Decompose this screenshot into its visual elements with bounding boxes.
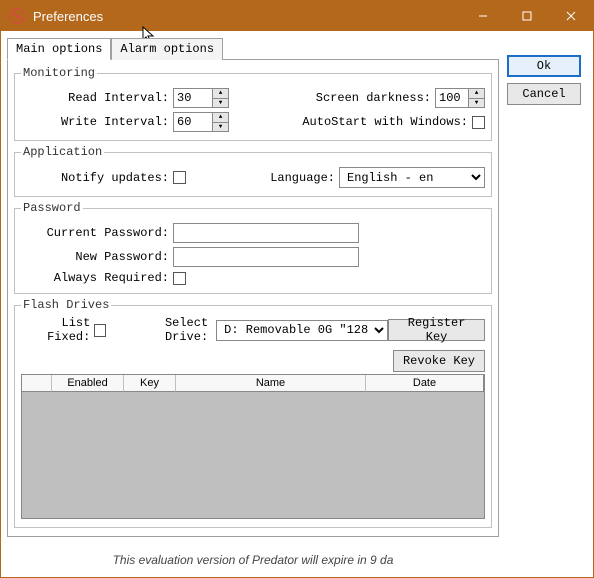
maximize-icon — [522, 11, 532, 21]
close-icon — [566, 11, 576, 21]
password-legend: Password — [21, 201, 83, 215]
current-password-label: Current Password: — [21, 226, 173, 240]
app-icon — [9, 8, 25, 24]
read-interval-label: Read Interval: — [21, 91, 173, 105]
read-interval-spin-buttons[interactable]: ▲▼ — [213, 88, 229, 108]
select-drive-select[interactable]: D: Removable 0G "128MB" — [216, 320, 388, 341]
write-interval-label: Write Interval: — [21, 115, 173, 129]
tab-main-options[interactable]: Main options — [7, 38, 111, 60]
col-key[interactable]: Key — [124, 375, 176, 392]
tab-content: Monitoring Read Interval: ▲▼ Screen dark… — [7, 60, 499, 537]
screen-darkness-input[interactable] — [435, 88, 469, 108]
write-interval-input[interactable] — [173, 112, 213, 132]
read-interval-spinner[interactable]: ▲▼ — [173, 88, 229, 108]
always-required-checkbox[interactable] — [173, 272, 186, 285]
screen-darkness-spin-buttons[interactable]: ▲▼ — [469, 88, 485, 108]
read-interval-input[interactable] — [173, 88, 213, 108]
tab-alarm-options[interactable]: Alarm options — [111, 38, 223, 60]
flash-drives-legend: Flash Drives — [21, 298, 111, 312]
revoke-key-button[interactable]: Revoke Key — [393, 350, 485, 372]
col-enabled[interactable]: Enabled — [52, 375, 124, 392]
current-password-input[interactable] — [173, 223, 359, 243]
maximize-button[interactable] — [505, 1, 549, 31]
list-fixed-label: List Fixed: — [21, 316, 94, 344]
flash-drives-group: Flash Drives List Fixed: Select Drive: D… — [14, 298, 492, 528]
col-date[interactable]: Date — [366, 375, 484, 392]
autostart-label: AutoStart with Windows: — [229, 115, 472, 129]
close-button[interactable] — [549, 1, 593, 31]
notify-updates-checkbox[interactable] — [173, 171, 186, 184]
col-blank[interactable] — [22, 375, 52, 392]
monitoring-group: Monitoring Read Interval: ▲▼ Screen dark… — [14, 66, 492, 141]
language-select[interactable]: English - en — [339, 167, 485, 188]
autostart-checkbox[interactable] — [472, 116, 485, 129]
new-password-input[interactable] — [173, 247, 359, 267]
ok-button[interactable]: Ok — [507, 55, 581, 77]
password-group: Password Current Password: New Password:… — [14, 201, 492, 294]
cancel-button[interactable]: Cancel — [507, 83, 581, 105]
register-key-button[interactable]: Register Key — [388, 319, 485, 341]
new-password-label: New Password: — [21, 250, 173, 264]
application-legend: Application — [21, 145, 104, 159]
titlebar: Preferences — [1, 1, 593, 31]
select-drive-label: Select Drive: — [123, 316, 212, 344]
window-title: Preferences — [33, 9, 103, 24]
always-required-label: Always Required: — [21, 271, 173, 285]
evaluation-footer: This evaluation version of Predator will… — [7, 537, 499, 577]
screen-darkness-spinner[interactable]: ▲▼ — [435, 88, 485, 108]
monitoring-legend: Monitoring — [21, 66, 97, 80]
minimize-button[interactable] — [461, 1, 505, 31]
language-label: Language: — [186, 171, 339, 185]
notify-updates-label: Notify updates: — [21, 171, 173, 185]
preferences-window: Preferences Main options Alarm options M… — [0, 0, 594, 578]
col-name[interactable]: Name — [176, 375, 366, 392]
screen-darkness-label: Screen darkness: — [229, 91, 435, 105]
table-header: Enabled Key Name Date — [22, 375, 484, 392]
minimize-icon — [478, 11, 488, 21]
list-fixed-checkbox[interactable] — [94, 324, 106, 337]
write-interval-spinner[interactable]: ▲▼ — [173, 112, 229, 132]
tabs-bar: Main options Alarm options — [7, 37, 499, 60]
table-body — [22, 392, 484, 518]
application-group: Application Notify updates: Language: En… — [14, 145, 492, 197]
write-interval-spin-buttons[interactable]: ▲▼ — [213, 112, 229, 132]
keys-table: Enabled Key Name Date — [21, 374, 485, 519]
